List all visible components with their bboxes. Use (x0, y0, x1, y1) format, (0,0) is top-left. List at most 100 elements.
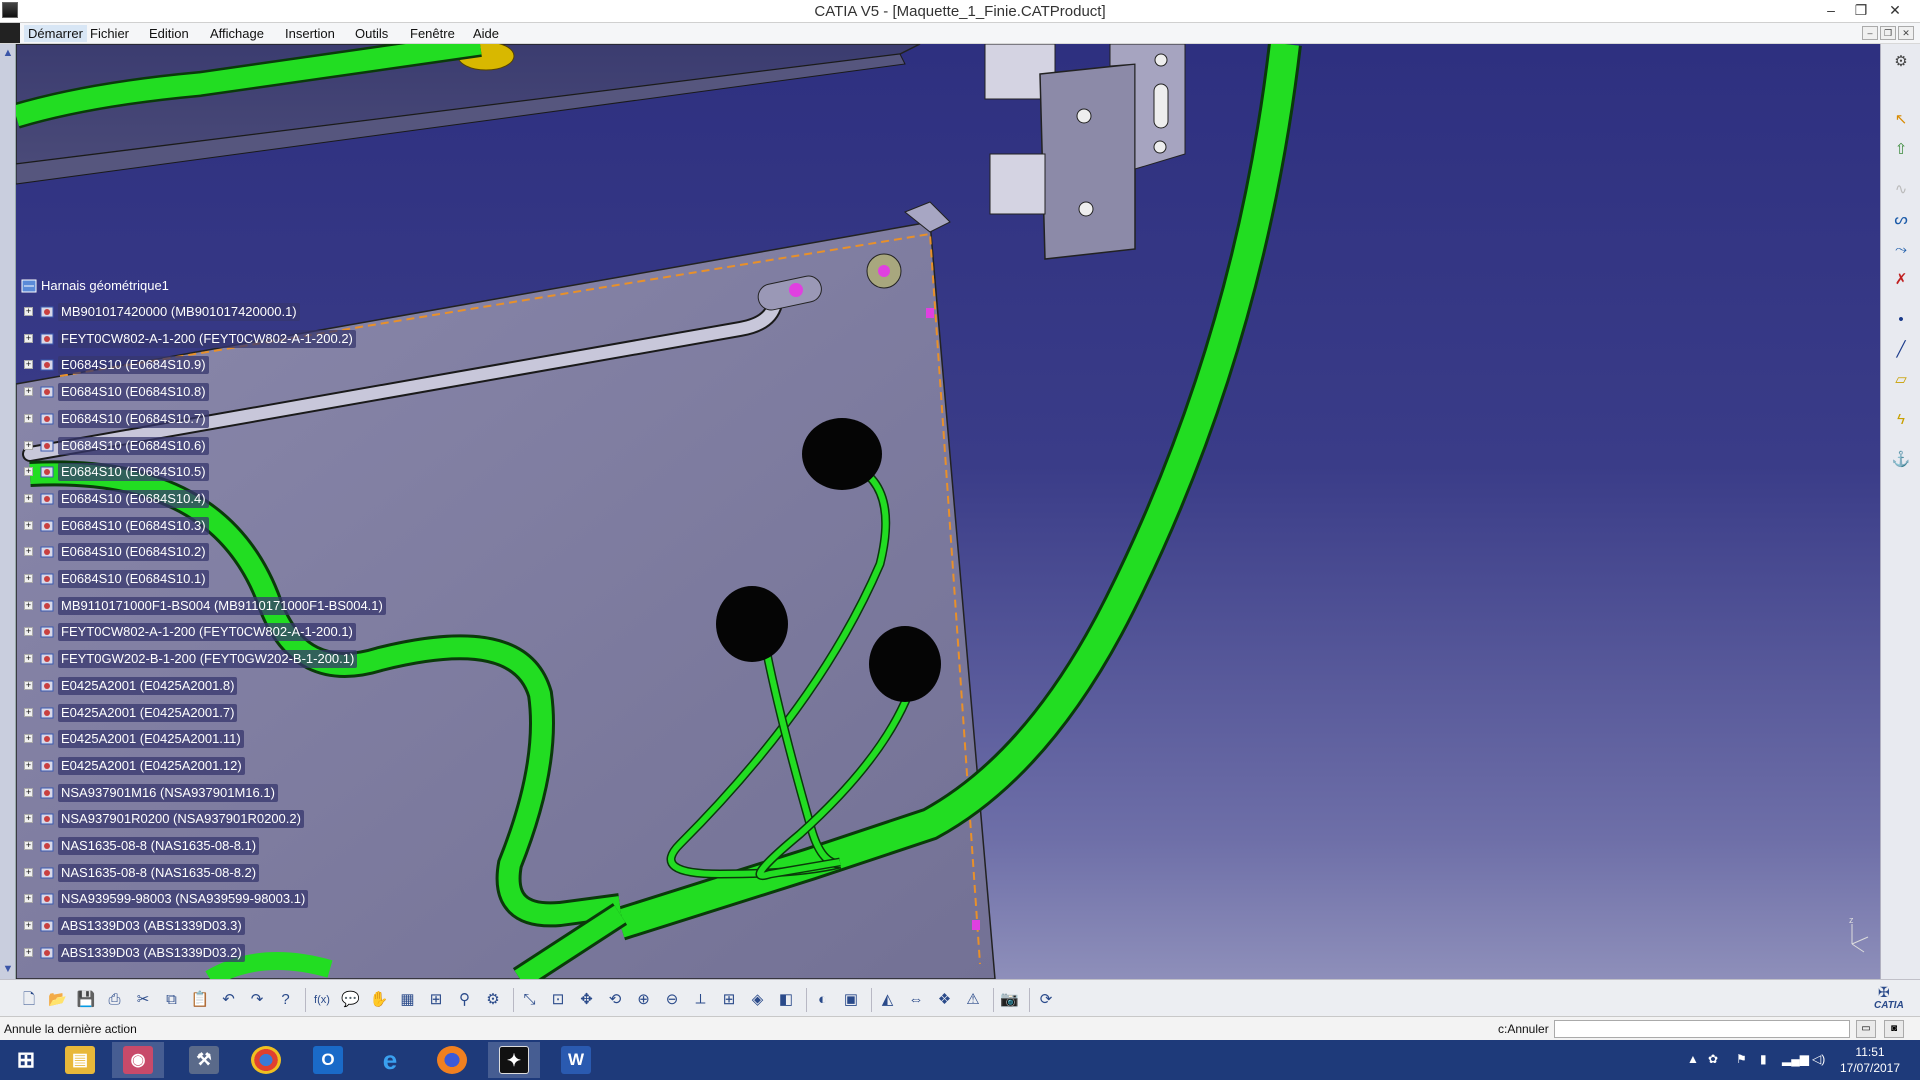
mdi-restore-button[interactable]: ❐ (1880, 26, 1896, 40)
flatten-icon[interactable]: ⚓ (1891, 450, 1911, 470)
swap-space-icon[interactable]: ▣ (840, 989, 862, 1011)
zoom-out-icon[interactable]: ⊖ (661, 989, 683, 1011)
copy-icon[interactable]: ⧉ (161, 989, 183, 1011)
print-icon[interactable]: ⎙ (104, 989, 126, 1011)
tray-battery-icon[interactable]: ▮ (1760, 1052, 1767, 1066)
mdi-close-button[interactable]: ✕ (1898, 26, 1914, 40)
select-icon[interactable]: ↖ (1891, 110, 1911, 130)
tray-app-icon[interactable]: ✿ (1708, 1052, 1718, 1066)
shading-icon[interactable]: ◧ (775, 989, 797, 1011)
formula-icon[interactable]: f(x) (311, 989, 333, 1011)
menu-fenetre[interactable]: Fenêtre (406, 25, 459, 42)
segment-icon[interactable]: ᔕ (1891, 210, 1911, 230)
redo-icon[interactable]: ↷ (246, 989, 268, 1011)
menu-edition[interactable]: Edition (145, 25, 193, 42)
expand-toggle-icon[interactable]: + (24, 600, 33, 610)
command-camera-button[interactable]: ◙ (1884, 1020, 1904, 1038)
menu-outils[interactable]: Outils (351, 25, 392, 42)
expand-toggle-icon[interactable]: + (24, 467, 33, 477)
expand-toggle-icon[interactable]: + (24, 654, 33, 664)
expand-toggle-icon[interactable]: + (24, 814, 33, 824)
open-icon[interactable]: 📂 (47, 989, 69, 1011)
expand-toggle-icon[interactable]: + (24, 493, 33, 503)
branch-icon[interactable]: ⤳ (1891, 240, 1911, 260)
expand-toggle-icon[interactable]: + (24, 307, 33, 316)
expand-toggle-icon[interactable]: + (24, 707, 33, 717)
paste-icon[interactable]: 📋 (189, 989, 211, 1011)
plane-icon[interactable]: ▱ (1891, 370, 1911, 390)
taskbar-catia-v5[interactable]: ✦ (488, 1042, 540, 1078)
tray-overflow-icon[interactable]: ▲ (1687, 1052, 1699, 1066)
pan-icon[interactable]: ✥ (576, 989, 598, 1011)
taskbar-word[interactable]: W (550, 1042, 602, 1078)
menu-fichier[interactable]: Fichier (86, 25, 133, 42)
normal-view-icon[interactable]: ⟂ (690, 989, 712, 1011)
expand-toggle-icon[interactable]: + (24, 360, 33, 370)
save-icon[interactable]: 💾 (75, 989, 97, 1011)
start-button[interactable]: ⊞ (0, 1042, 52, 1078)
multi-view-icon[interactable]: ⊞ (718, 989, 740, 1011)
harness-icon[interactable]: ⚙ (1891, 52, 1911, 72)
expand-toggle-icon[interactable]: + (24, 547, 33, 557)
expand-toggle-icon[interactable]: + (24, 413, 33, 423)
explode-icon[interactable]: ❖ (934, 989, 956, 1011)
analysis-icon[interactable]: ⚙ (482, 989, 504, 1011)
tray-flag-icon[interactable]: ⚑ (1736, 1052, 1747, 1066)
comment-icon[interactable]: 💬 (340, 989, 362, 1011)
close-button[interactable]: ✕ (1880, 0, 1910, 22)
undo-icon[interactable]: ↶ (218, 989, 240, 1011)
bundle-icon[interactable]: ∿ (1891, 180, 1911, 200)
restore-button[interactable]: ❐ (1846, 0, 1876, 22)
expand-toggle-icon[interactable]: + (24, 734, 33, 744)
line-icon[interactable]: ╱ (1891, 340, 1911, 360)
menu-demarrer[interactable]: Démarrer (24, 25, 87, 42)
measure-icon[interactable]: ⚲ (454, 989, 476, 1011)
snap-icon[interactable]: ⇔ (905, 989, 927, 1011)
connector-plug[interactable] (802, 418, 882, 490)
table-icon[interactable]: ▦ (397, 989, 419, 1011)
hand-icon[interactable]: ✋ (368, 989, 390, 1011)
expand-toggle-icon[interactable]: + (24, 680, 33, 690)
3d-viewport[interactable]: z (0, 44, 1880, 979)
taskbar-internet-explorer[interactable]: e (364, 1042, 416, 1078)
taskbar-catia-launcher[interactable]: ◉ (112, 1042, 164, 1078)
command-history-button[interactable]: ▭ (1856, 1020, 1876, 1038)
export-icon[interactable]: ⇧ (1891, 140, 1911, 160)
taskbar-clock[interactable]: 11:51 17/07/2017 (1830, 1044, 1910, 1076)
cut-icon[interactable]: ✂ (132, 989, 154, 1011)
flex-icon[interactable]: ϟ (1891, 410, 1911, 430)
menu-insertion[interactable]: Insertion (281, 25, 339, 42)
expand-toggle-icon[interactable]: + (24, 387, 33, 397)
connector-plug[interactable] (716, 586, 788, 662)
command-input[interactable] (1554, 1020, 1850, 1038)
scroll-up-icon[interactable]: ▲ (1, 46, 15, 60)
protection-icon[interactable]: ✗ (1891, 270, 1911, 290)
catia-menu-logo-icon[interactable] (0, 23, 20, 43)
expand-toggle-icon[interactable]: + (24, 787, 33, 797)
taskbar-chrome[interactable] (240, 1042, 292, 1078)
expand-toggle-icon[interactable]: + (24, 520, 33, 530)
expand-toggle-icon[interactable]: + (24, 867, 33, 877)
catalog-icon[interactable]: ⊞ (425, 989, 447, 1011)
expand-toggle-icon[interactable]: + (24, 627, 33, 637)
expand-toggle-icon[interactable]: + (24, 333, 33, 343)
taskbar-outlook[interactable]: O (302, 1042, 354, 1078)
bracket-plate[interactable] (1039, 63, 1136, 260)
taskbar-tools[interactable]: ⚒ (178, 1042, 230, 1078)
point-icon[interactable]: • (1891, 310, 1911, 330)
tray-volume-icon[interactable]: ◁) (1812, 1052, 1825, 1066)
assembly-scene[interactable]: z (0, 44, 1880, 979)
bracket-lower-block[interactable] (989, 153, 1046, 215)
hide-show-icon[interactable]: ◐ (812, 989, 834, 1011)
zoom-area-icon[interactable]: ⊡ (547, 989, 569, 1011)
whats-this-icon[interactable]: ? (275, 989, 297, 1011)
minimize-button[interactable]: – (1816, 0, 1846, 22)
connector-plug[interactable] (869, 626, 941, 702)
mdi-minimize-button[interactable]: – (1862, 26, 1878, 40)
expand-toggle-icon[interactable]: + (24, 574, 33, 583)
expand-toggle-icon[interactable]: + (24, 947, 33, 957)
iso-view-icon[interactable]: ◈ (747, 989, 769, 1011)
tray-network-icon[interactable]: ▂▄▆ (1782, 1052, 1809, 1066)
viewport-scrollbar[interactable]: ▲ ▼ (0, 44, 16, 979)
refresh-icon[interactable]: ⟳ (1035, 989, 1057, 1011)
